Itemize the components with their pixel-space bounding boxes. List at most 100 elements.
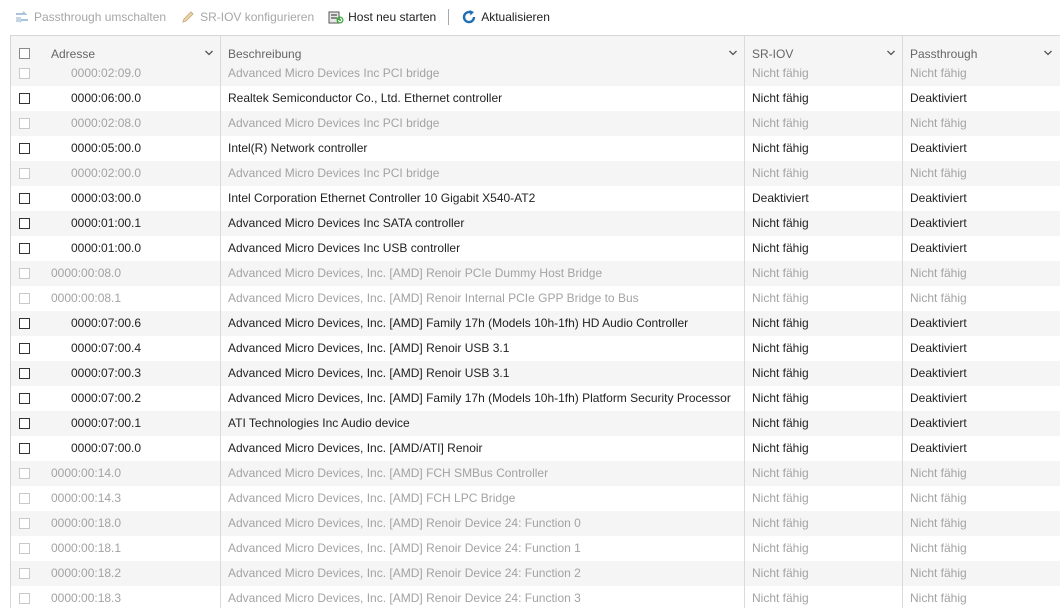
row-checkbox[interactable] (19, 343, 30, 354)
cell-address: 0000:02:09.0 (71, 66, 142, 80)
cell-sriov: Nicht fähig (752, 166, 809, 180)
cell-description: Advanced Micro Devices, Inc. [AMD] Famil… (228, 391, 731, 405)
cell-description: Intel(R) Network controller (228, 141, 368, 155)
column-divider[interactable] (902, 36, 903, 608)
toolbar-separator (448, 8, 450, 25)
cell-passthrough: Deaktiviert (910, 441, 967, 455)
cell-sriov: Nicht fähig (752, 241, 809, 255)
cell-description: Advanced Micro Devices Inc PCI bridge (228, 116, 440, 130)
cell-address: 0000:00:08.0 (51, 266, 122, 280)
cell-address: 0000:07:00.4 (71, 341, 142, 355)
cell-address: 0000:03:00.0 (71, 191, 142, 205)
select-all-checkbox[interactable] (19, 48, 30, 59)
passthrough-toggle-button[interactable]: Passthrough umschalten (14, 6, 166, 28)
row-checkbox[interactable] (19, 418, 30, 429)
cell-sriov: Nicht fähig (752, 591, 809, 605)
row-checkbox[interactable] (19, 93, 30, 104)
cell-address: 0000:07:00.3 (71, 366, 142, 380)
device-table: Adresse Beschreibung SR-IOV Passthrough … (10, 35, 1060, 608)
cell-address: 0000:00:08.1 (51, 291, 122, 305)
cell-sriov: Nicht fähig (752, 566, 809, 580)
column-header-address-label: Adresse (51, 46, 96, 61)
row-checkbox-cell (19, 311, 39, 336)
cell-description: Advanced Micro Devices, Inc. [AMD] Renoi… (228, 566, 581, 580)
cell-address: 0000:01:00.0 (71, 241, 142, 255)
cell-description: Advanced Micro Devices, Inc. [AMD] FCH L… (228, 491, 516, 505)
cell-sriov: Nicht fähig (752, 466, 809, 480)
row-checkbox (19, 518, 30, 529)
cell-passthrough: Nicht fähig (910, 66, 967, 80)
cell-description: Advanced Micro Devices, Inc. [AMD] Famil… (228, 316, 689, 330)
row-checkbox[interactable] (19, 443, 30, 454)
refresh-label: Aktualisieren (481, 9, 550, 24)
cell-passthrough: Deaktiviert (910, 416, 967, 430)
chevron-down-icon[interactable] (887, 50, 895, 56)
cell-sriov: Nicht fähig (752, 491, 809, 505)
cell-description: Intel Corporation Ethernet Controller 10… (228, 191, 536, 205)
row-checkbox-cell (19, 286, 39, 311)
column-divider[interactable] (220, 36, 221, 608)
row-checkbox (19, 493, 30, 504)
row-checkbox (19, 118, 30, 129)
pencil-icon (182, 10, 194, 23)
row-checkbox (19, 468, 30, 479)
row-checkbox-cell (19, 461, 39, 486)
cell-passthrough: Deaktiviert (910, 91, 967, 105)
column-divider[interactable] (744, 36, 745, 608)
row-checkbox-cell (19, 86, 39, 111)
cell-passthrough: Nicht fähig (910, 166, 967, 180)
sriov-configure-label: SR-IOV konfigurieren (200, 9, 315, 24)
row-checkbox-cell (19, 161, 39, 186)
row-checkbox (19, 168, 30, 179)
row-checkbox[interactable] (19, 318, 30, 329)
row-checkbox[interactable] (19, 243, 30, 254)
row-checkbox[interactable] (19, 218, 30, 229)
cell-description: ATI Technologies Inc Audio device (228, 416, 410, 430)
row-checkbox[interactable] (19, 143, 30, 154)
cell-sriov: Nicht fähig (752, 341, 809, 355)
cell-sriov: Nicht fähig (752, 216, 809, 230)
cell-description: Advanced Micro Devices, Inc. [AMD] Renoi… (228, 266, 603, 280)
cell-sriov: Nicht fähig (752, 116, 809, 130)
row-checkbox[interactable] (19, 393, 30, 404)
cell-passthrough: Deaktiviert (910, 391, 967, 405)
cell-description: Advanced Micro Devices, Inc. [AMD] FCH S… (228, 466, 549, 480)
cell-description: Advanced Micro Devices, Inc. [AMD/ATI] R… (228, 441, 483, 455)
cell-sriov: Nicht fähig (752, 441, 809, 455)
cell-passthrough: Deaktiviert (910, 366, 967, 380)
refresh-button[interactable]: Aktualisieren (461, 6, 550, 28)
cell-sriov: Nicht fähig (752, 316, 809, 330)
cell-description: Advanced Micro Devices Inc PCI bridge (228, 166, 440, 180)
row-checkbox-cell (19, 61, 39, 86)
cell-sriov: Nicht fähig (752, 516, 809, 530)
cell-address: 0000:02:00.0 (71, 166, 142, 180)
column-header-description-label: Beschreibung (228, 46, 302, 61)
cell-passthrough: Nicht fähig (910, 541, 967, 555)
row-checkbox-cell (19, 436, 39, 461)
cell-description: Advanced Micro Devices Inc SATA controll… (228, 216, 465, 230)
cell-passthrough: Nicht fähig (910, 591, 967, 605)
sriov-configure-button[interactable]: SR-IOV konfigurieren (180, 6, 314, 28)
row-checkbox[interactable] (19, 368, 30, 379)
cell-passthrough: Deaktiviert (910, 141, 967, 155)
row-checkbox[interactable] (19, 193, 30, 204)
row-checkbox-cell (19, 211, 39, 236)
chevron-down-icon[interactable] (1044, 50, 1052, 56)
cell-description: Advanced Micro Devices, Inc. [AMD] Renoi… (228, 341, 510, 355)
row-checkbox-cell (19, 486, 39, 511)
cell-address: 0000:07:00.1 (71, 416, 142, 430)
cell-description: Realtek Semiconductor Co., Ltd. Ethernet… (228, 91, 503, 105)
cell-address: 0000:07:00.6 (71, 316, 142, 330)
chevron-down-icon[interactable] (729, 50, 737, 56)
cell-address: 0000:07:00.2 (71, 391, 142, 405)
cell-description: Advanced Micro Devices, Inc. [AMD] Renoi… (228, 366, 510, 380)
chevron-down-icon[interactable] (205, 50, 213, 56)
column-header-passthrough-label: Passthrough (910, 46, 978, 61)
host-restart-label: Host neu starten (348, 9, 437, 24)
cell-description: Advanced Micro Devices Inc USB controlle… (228, 241, 461, 255)
row-checkbox (19, 543, 30, 554)
cell-address: 0000:00:14.0 (51, 466, 122, 480)
host-restart-button[interactable]: Host neu starten (328, 6, 436, 28)
cell-description: Advanced Micro Devices, Inc. [AMD] Renoi… (228, 591, 581, 605)
cell-address: 0000:00:18.1 (51, 541, 122, 555)
